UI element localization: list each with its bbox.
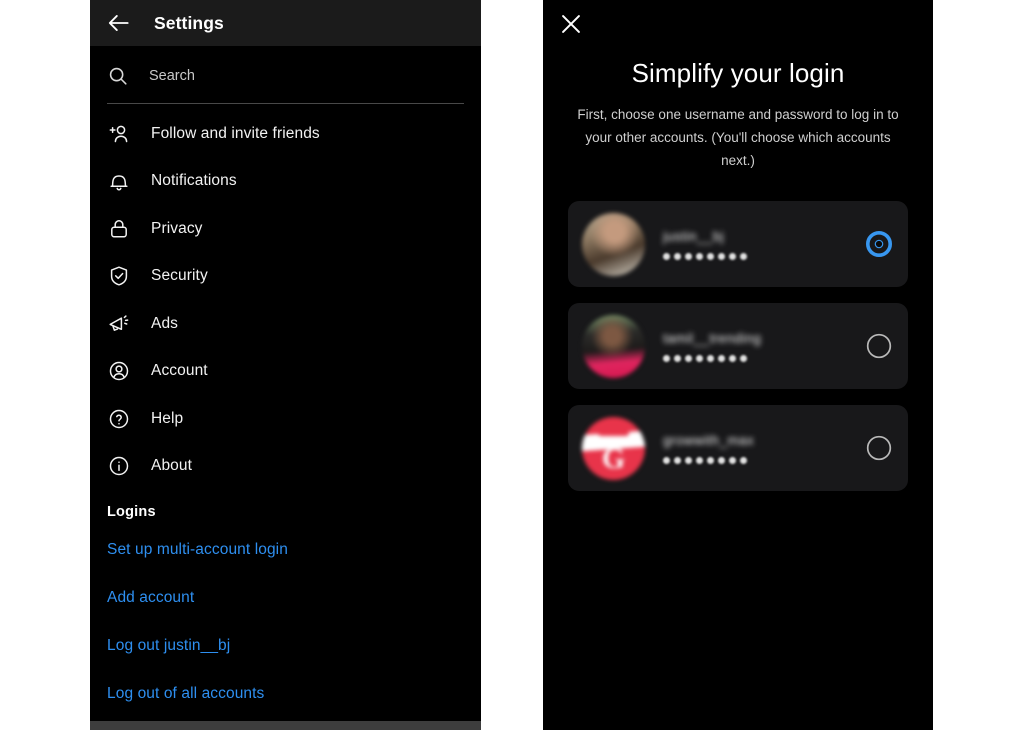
account-info: growwith_max <box>663 432 866 464</box>
lock-icon <box>107 217 131 241</box>
megaphone-icon <box>107 312 131 336</box>
search-icon <box>107 65 129 87</box>
menu-item-label: Privacy <box>151 219 203 237</box>
link-log-out-user[interactable]: Log out justin__bj <box>90 622 481 670</box>
avatar: G <box>582 416 645 480</box>
screenshot-stage: Settings Follow and invite friends <box>0 0 1024 730</box>
menu-item-security[interactable]: Security <box>90 253 481 301</box>
menu-item-label: About <box>151 457 193 475</box>
account-password-mask <box>663 253 866 260</box>
simplify-title: Simplify your login <box>631 58 845 88</box>
account-info: tamil__trending <box>663 330 866 362</box>
bell-icon <box>107 169 131 193</box>
account-username: tamil__trending <box>663 331 762 346</box>
menu-item-about[interactable]: About <box>90 443 481 491</box>
menu-item-label: Security <box>151 267 208 285</box>
menu-item-help[interactable]: Help <box>90 395 481 443</box>
radio-selected-icon[interactable] <box>866 231 892 257</box>
menu-item-privacy[interactable]: Privacy <box>90 205 481 253</box>
account-username: justin__bj <box>663 229 725 244</box>
person-add-icon <box>107 122 131 146</box>
menu-item-notifications[interactable]: Notifications <box>90 158 481 206</box>
logins-section-heading: Logins <box>107 504 156 520</box>
menu-item-label: Follow and invite friends <box>151 124 320 142</box>
account-password-mask <box>663 355 866 362</box>
close-icon[interactable] <box>557 10 585 38</box>
account-card[interactable]: G growwith_max <box>568 405 908 491</box>
search-bar[interactable] <box>107 46 464 104</box>
avatar-letter: G <box>601 442 626 476</box>
simplify-description: First, choose one username and password … <box>577 107 899 168</box>
info-circle-icon <box>107 454 131 478</box>
account-card[interactable]: tamil__trending <box>568 303 908 389</box>
simplify-login-phone-panel: Simplify your login First, choose one us… <box>543 0 933 730</box>
menu-item-ads[interactable]: Ads <box>90 300 481 348</box>
menu-item-label: Notifications <box>151 172 237 190</box>
simplify-appbar <box>543 0 933 48</box>
shield-check-icon <box>107 264 131 288</box>
menu-item-follow-and-invite-friends[interactable]: Follow and invite friends <box>90 110 481 158</box>
menu-item-label: Help <box>151 409 184 427</box>
account-username: growwith_max <box>663 433 755 448</box>
link-set-up-multi-account-login[interactable]: Set up multi-account login <box>90 526 481 574</box>
system-navigation-bar <box>90 721 481 730</box>
account-info: justin__bj <box>663 228 866 260</box>
settings-appbar: Settings <box>90 0 481 46</box>
link-log-out-all-accounts[interactable]: Log out of all accounts <box>90 670 481 718</box>
menu-item-account[interactable]: Account <box>90 348 481 396</box>
avatar <box>582 314 645 378</box>
link-add-account[interactable]: Add account <box>90 574 481 622</box>
avatar <box>582 212 645 276</box>
account-circle-icon <box>107 359 131 383</box>
menu-item-label: Ads <box>151 314 179 332</box>
settings-menu-list: Follow and invite friends Notifications <box>90 104 481 490</box>
page-title: Settings <box>154 12 224 33</box>
settings-phone-panel: Settings Follow and invite friends <box>90 0 481 730</box>
account-card[interactable]: justin__bj <box>568 201 908 287</box>
menu-item-label: Account <box>151 362 208 380</box>
account-chooser-list: justin__bj tamil__trending G growwith_ma… <box>543 201 933 491</box>
search-input[interactable] <box>149 68 464 84</box>
radio-unselected-icon[interactable] <box>866 435 892 461</box>
account-password-mask <box>663 457 866 464</box>
radio-unselected-icon[interactable] <box>866 333 892 359</box>
question-circle-icon <box>107 407 131 431</box>
arrow-left-icon[interactable] <box>106 10 132 36</box>
